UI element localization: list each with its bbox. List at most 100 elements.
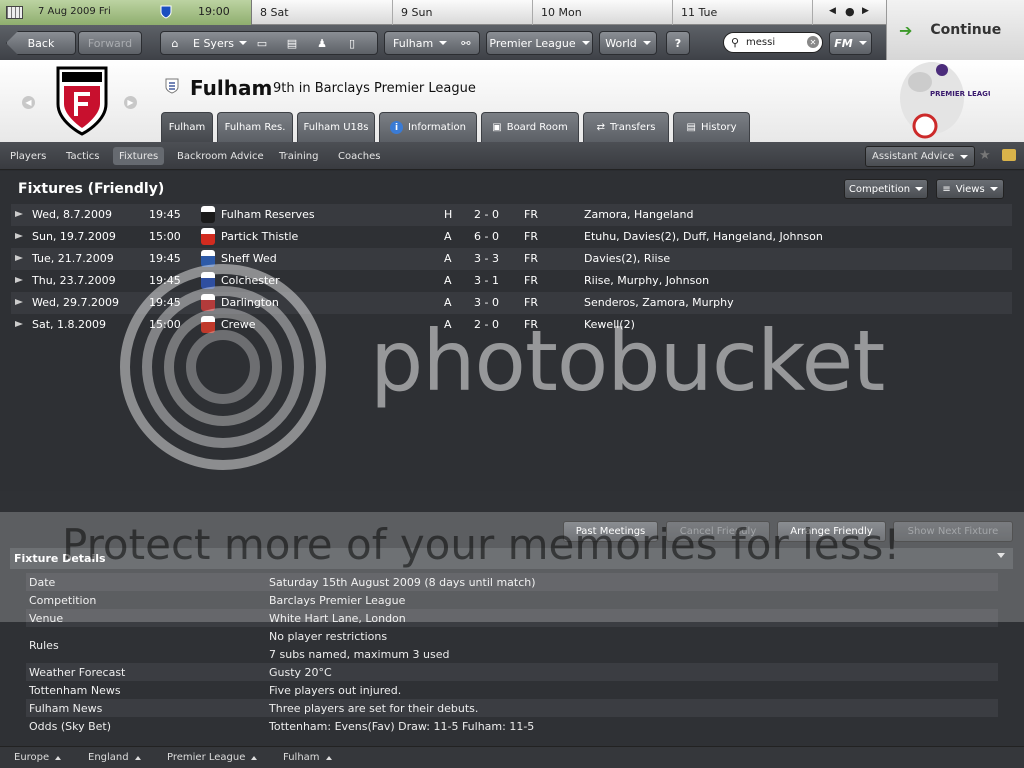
prev-club-icon[interactable]: ◀ [22, 96, 35, 109]
row-arrow-icon[interactable] [15, 211, 23, 217]
inbox-icon[interactable]: ▭ [247, 37, 277, 50]
subnav-players[interactable]: Players [4, 147, 52, 165]
table-row[interactable]: Wed, 8.7.2009 19:45 Fulham Reserves H 2 - 0 F… [11, 204, 1012, 226]
fixture-score[interactable]: 2 - 0 [474, 208, 499, 221]
tab-board-room[interactable]: ▣ Board Room [481, 112, 579, 142]
current-time: 19:00 [198, 5, 230, 18]
fixture-competition: FR [524, 230, 538, 243]
row-arrow-icon[interactable] [15, 321, 23, 327]
day-name: Mon [558, 6, 582, 19]
news-icon[interactable]: ▤ [277, 37, 307, 50]
chevron-down-icon [858, 41, 867, 45]
notes-icon[interactable]: ▯ [337, 37, 367, 50]
detail-label: Rules [29, 639, 59, 652]
list-icon: ≡ [942, 183, 951, 195]
calendar-next-icon[interactable]: ▶ [862, 6, 869, 16]
competition-filter-button[interactable]: Competition [844, 179, 928, 199]
tab-label: Fulham [168, 122, 206, 133]
tab-history[interactable]: ▤ History [673, 112, 750, 142]
breadcrumb-fulham[interactable]: Fulham [283, 752, 332, 763]
fixture-venue: A [444, 252, 452, 265]
search-value: messi [746, 37, 776, 48]
subnav-training[interactable]: Training [273, 147, 324, 165]
calendar-day[interactable]: 10 Mon [533, 0, 673, 25]
tab-fulham[interactable]: Fulham [161, 112, 213, 142]
binoculars-icon[interactable]: ⚯ [461, 37, 470, 50]
breadcrumb-premier-league[interactable]: Premier League [167, 752, 258, 763]
club-menu[interactable]: Fulham ⚯ [384, 31, 480, 55]
fixture-date: Sat, 1.8.2009 [32, 318, 107, 331]
tab-fulham-res[interactable]: Fulham Res. [217, 112, 293, 142]
forward-label: Forward [87, 36, 133, 50]
row-arrow-icon[interactable] [15, 299, 23, 305]
subnav-label: Tactics [66, 150, 100, 162]
detail-label: Weather Forecast [29, 666, 126, 679]
tab-transfers[interactable]: ⇄ Transfers [583, 112, 669, 142]
fixture-score[interactable]: 3 - 1 [474, 274, 499, 287]
subnav-tactics[interactable]: Tactics [60, 147, 106, 165]
detail-value: Five players out injured. [269, 684, 402, 697]
calendar-icon[interactable] [6, 6, 23, 19]
calendar-day[interactable]: 8 Sat [252, 0, 393, 25]
star-icon[interactable]: ★ [979, 148, 991, 163]
subnav-fixtures[interactable]: Fixtures [113, 147, 165, 165]
detail-row: Weather Forecast Gusty 20°C [26, 663, 998, 681]
subnav-label: Training [279, 150, 319, 162]
chevron-down-icon [238, 41, 247, 45]
row-arrow-icon[interactable] [15, 255, 23, 261]
detail-value-secondary: 7 subs named, maximum 3 used [269, 648, 450, 661]
continue-button[interactable]: ➔ Continue [886, 0, 1024, 60]
scout-icon[interactable]: ♟ [307, 37, 337, 50]
current-day[interactable]: 7 Aug 2009 Fri 19:00 [0, 0, 252, 25]
help-button[interactable]: ? [666, 31, 690, 55]
fixture-score[interactable]: 6 - 0 [474, 230, 499, 243]
fm-menu[interactable]: FM [829, 31, 872, 55]
breadcrumb-england[interactable]: England [88, 752, 141, 763]
manager-menu[interactable]: E Syers [189, 37, 247, 50]
history-icon: ▤ [686, 122, 696, 133]
row-arrow-icon[interactable] [15, 233, 23, 239]
tab-label: Board Room [506, 122, 568, 133]
tab-fulham-u18s[interactable]: Fulham U18s [297, 112, 375, 142]
clear-search-icon[interactable]: ✕ [807, 36, 819, 48]
add-note-icon[interactable] [1002, 149, 1016, 161]
breadcrumb-label: Premier League [167, 752, 246, 763]
home-icon[interactable]: ⌂ [161, 37, 189, 50]
subnav-coaches[interactable]: Coaches [332, 147, 386, 165]
world-menu[interactable]: World [599, 31, 657, 55]
back-button[interactable]: Back [6, 31, 76, 55]
calendar-prev-icon[interactable]: ◀ [829, 6, 836, 16]
search-input[interactable]: ⚲ messi ✕ [723, 32, 823, 53]
views-button[interactable]: ≡ Views [936, 179, 1004, 199]
fixture-opponent[interactable]: Partick Thistle [221, 230, 298, 243]
subnav-backroom-advice[interactable]: Backroom Advice [171, 147, 270, 165]
sub-navigation: Players Tactics Fixtures Backroom Advice… [0, 142, 1024, 170]
table-row[interactable]: Sun, 19.7.2009 15:00 Partick Thistle A 6 - 0… [11, 226, 1012, 248]
fixture-opponent[interactable]: Fulham Reserves [221, 208, 315, 221]
tab-information[interactable]: i Information [379, 112, 477, 142]
subnav-label: Backroom Advice [177, 150, 264, 162]
fixture-venue: H [444, 208, 453, 221]
calendar-today-icon[interactable]: ● [845, 5, 855, 18]
next-club-icon[interactable]: ▶ [124, 96, 137, 109]
fixture-competition: FR [524, 252, 538, 265]
row-arrow-icon[interactable] [15, 277, 23, 283]
opponent-badge-icon [201, 228, 215, 245]
fixture-score[interactable]: 3 - 3 [474, 252, 499, 265]
fixture-scorers: Davies(2), Riise [584, 252, 671, 265]
chevron-down-icon [915, 187, 924, 191]
forward-button[interactable]: Forward [78, 31, 142, 55]
calendar-day[interactable]: 11 Tue [673, 0, 813, 25]
league-menu[interactable]: Premier League [486, 31, 593, 55]
toolbar-group: ⌂ E Syers ▭ ▤ ♟ ▯ [160, 31, 378, 55]
subnav-label: Fixtures [119, 150, 159, 162]
fixture-score[interactable]: 3 - 0 [474, 296, 499, 309]
watermark-brand: photobucket [370, 312, 885, 410]
assistant-advice-button[interactable]: Assistant Advice [865, 146, 976, 167]
world-menu-label: World [605, 36, 637, 50]
search-icon: ⚲ [731, 36, 740, 49]
watermark-logo [120, 264, 326, 470]
current-date: 7 Aug 2009 Fri [38, 6, 111, 17]
calendar-day[interactable]: 9 Sun [393, 0, 533, 25]
breadcrumb-europe[interactable]: Europe [14, 752, 62, 763]
